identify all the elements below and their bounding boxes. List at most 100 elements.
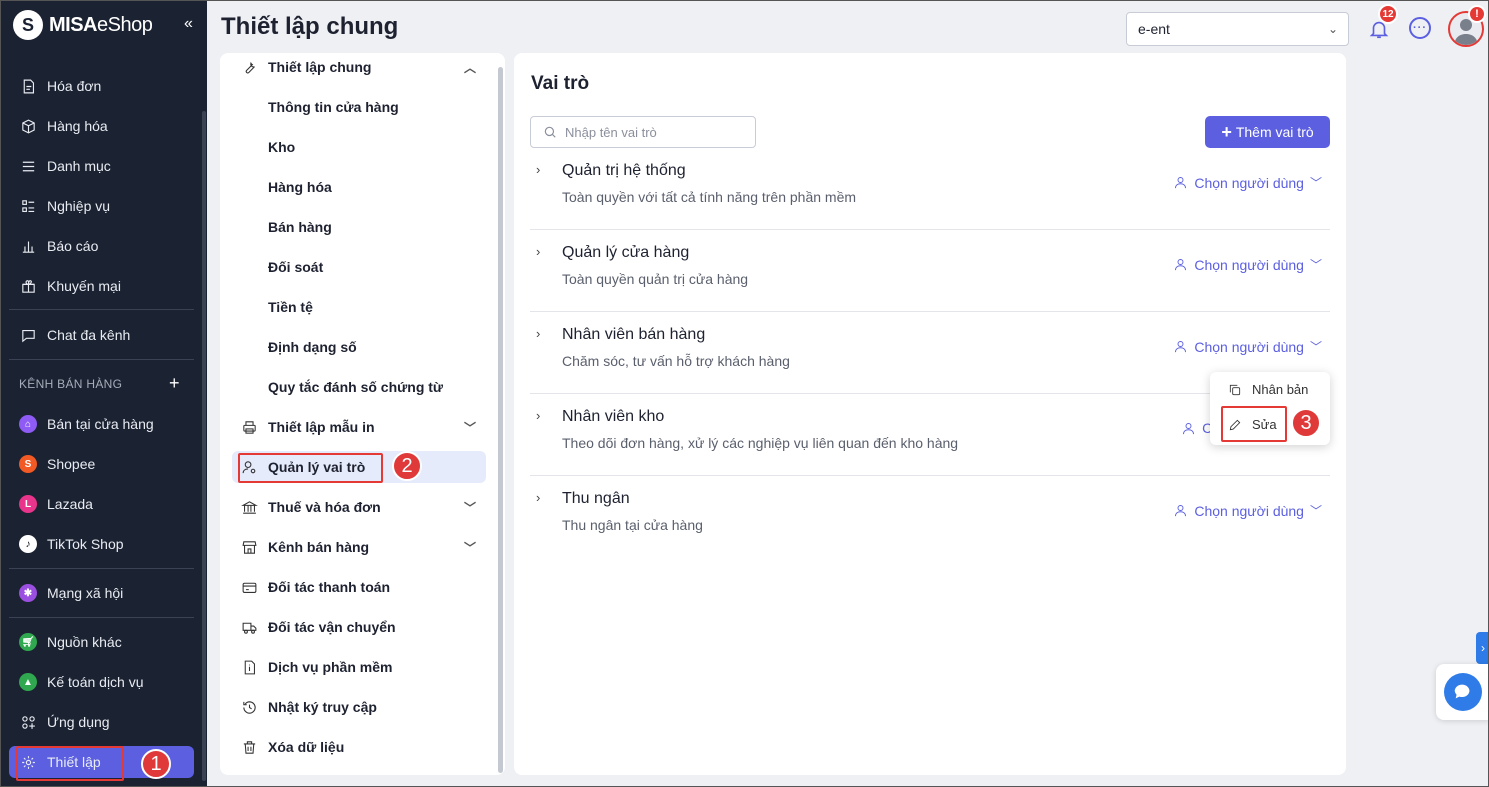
sidebar-item-label: Khuyến mại (47, 278, 121, 294)
collapse-sidebar-icon[interactable]: « (184, 15, 193, 33)
logo-eshop: eShop (97, 13, 153, 36)
sidebar-item-social[interactable]: ✱ Mạng xã hội (9, 577, 194, 609)
chart-icon (19, 237, 37, 255)
chevron-right-icon[interactable]: › (536, 244, 540, 259)
invoice-icon (19, 77, 37, 95)
sidebar-item-other-sources[interactable]: 🛒︎ Nguồn khác (9, 626, 194, 658)
chevron-right-icon[interactable]: › (536, 326, 540, 341)
history-icon (240, 698, 258, 716)
role-description: Thu ngân tại cửa hàng (562, 517, 703, 533)
printer-icon (240, 418, 258, 436)
sidebar-item-catalog[interactable]: Danh mục (9, 150, 194, 182)
role-name: Thu ngân (562, 490, 630, 507)
logo[interactable]: S MISAeShop (13, 9, 153, 41)
apps-icon (19, 713, 37, 731)
page-title: Thiết lập chung (221, 13, 399, 40)
plus-icon: + (1221, 122, 1232, 142)
sidebar-item-label: Ứng dụng (47, 714, 110, 730)
sidebar-item-label: Lazada (47, 496, 93, 512)
sidebar-item-reports[interactable]: Báo cáo (9, 230, 194, 262)
settings-access-log[interactable]: Nhật ký truy cập (232, 691, 486, 723)
sidebar-divider (9, 617, 194, 618)
settings-software-services[interactable]: Dịch vụ phần mềm (232, 651, 486, 683)
duplicate-label: Nhân bản (1252, 382, 1309, 397)
sidebar-divider (9, 568, 194, 569)
app-window: S MISAeShop « Hóa đơn Hàng hóa Danh mục … (0, 0, 1489, 787)
store-select-value: e-ent (1138, 21, 1170, 37)
settings-print-label: Thiết lập mẫu in (268, 419, 375, 435)
support-chat-button[interactable] (1436, 664, 1488, 720)
user-icon (1175, 177, 1187, 189)
social-network-icon: ✱ (19, 584, 37, 602)
sidebar-item-tiktok-shop[interactable]: ♪ TikTok Shop (9, 528, 194, 560)
select-user-dropdown[interactable]: Chọn người dùng ﹀ (1173, 502, 1322, 519)
sidebar-item-accounting-service[interactable]: ▲ Kế toán dịch vụ (9, 666, 194, 698)
role-row[interactable]: › Quản trị hệ thống Toàn quyền với tất c… (530, 148, 1330, 230)
avatar-alert-badge: ! (1468, 5, 1486, 23)
settings-general-label: Thiết lập chung (268, 59, 372, 75)
chevron-right-icon[interactable]: › (536, 490, 540, 505)
expand-panel-tab[interactable]: › (1476, 632, 1488, 664)
chat-icon (19, 326, 37, 344)
sidebar-item-lazada[interactable]: L Lazada (9, 488, 194, 520)
settings-tax-label: Thuế và hóa đơn (268, 499, 381, 515)
select-user-dropdown[interactable]: Chọn người dùng ﹀ (1173, 256, 1322, 273)
step-badge-3: 3 (1291, 408, 1321, 438)
sidebar-item-invoices[interactable]: Hóa đơn (9, 70, 194, 102)
chevron-down-icon: ﹀ (1309, 176, 1322, 190)
settings-payment-partners[interactable]: Đối tác thanh toán (232, 571, 486, 603)
document-info-icon (240, 658, 258, 676)
role-row[interactable]: › Quản lý cửa hàng Toàn quyền quản trị c… (530, 230, 1330, 312)
roles-title: Vai trò (531, 73, 590, 94)
chevron-right-icon[interactable]: › (536, 408, 540, 423)
settings-currency[interactable]: Tiền tệ (268, 299, 313, 315)
select-user-dropdown[interactable]: Chọn người dùng ﹀ (1173, 338, 1322, 355)
select-user-label: Chọn người dùng (1194, 502, 1304, 519)
sidebar-item-promotions[interactable]: Khuyến mại (9, 270, 194, 302)
chevron-right-icon[interactable]: › (536, 162, 540, 177)
gift-icon (19, 277, 37, 295)
settings-general[interactable]: Thiết lập chung ︿ (232, 51, 486, 83)
settings-warehouse[interactable]: Kho (268, 139, 295, 155)
role-search-input[interactable]: Nhập tên vai trò (530, 116, 756, 148)
settings-reconciliation[interactable]: Đối soát (268, 259, 323, 275)
select-user-dropdown[interactable]: Chọn người dùng ﹀ (1173, 174, 1322, 191)
credit-card-icon (240, 578, 258, 596)
settings-tax-invoice[interactable]: Thuế và hóa đơn ﹀ (232, 491, 486, 523)
settings-shipping-partners[interactable]: Đối tác vận chuyển (232, 611, 486, 643)
sidebar-item-shopee[interactable]: S Shopee (9, 448, 194, 480)
settings-sales-channels[interactable]: Kênh bán hàng ﹀ (232, 531, 486, 563)
settings-number-format[interactable]: Định dạng số (268, 339, 357, 355)
settings-menu-scrollbar[interactable] (498, 67, 503, 773)
settings-doc-numbering[interactable]: Quy tắc đánh số chứng từ (268, 379, 443, 395)
settings-print-templates[interactable]: Thiết lập mẫu in ﹀ (232, 411, 486, 443)
list-icon (19, 157, 37, 175)
chevron-down-icon: ⌄ (1327, 22, 1338, 36)
settings-delete-data[interactable]: Xóa dữ liệu (232, 731, 486, 763)
settings-channels-label: Kênh bán hàng (268, 539, 370, 555)
more-options-icon[interactable]: ··· (1409, 17, 1431, 39)
add-role-button[interactable]: + Thêm vai trò (1205, 116, 1330, 148)
role-row[interactable]: › Thu ngân Thu ngân tại cửa hàng Chọn ng… (530, 476, 1330, 558)
sidebar-item-operations[interactable]: Nghiệp vụ (9, 190, 194, 222)
sidebar-item-label: Mạng xã hội (47, 585, 124, 601)
sidebar-item-omnichannel-chat[interactable]: Chat đa kênh (9, 319, 194, 351)
add-channel-icon[interactable]: + (169, 373, 180, 394)
notification-badge: 12 (1378, 4, 1398, 24)
sidebar-item-apps[interactable]: Ứng dụng (9, 706, 194, 738)
user-icon (1183, 422, 1195, 434)
sidebar-scrollbar[interactable] (202, 111, 206, 781)
sidebar-item-products[interactable]: Hàng hóa (9, 110, 194, 142)
duplicate-menu-item[interactable]: Nhân bản (1228, 382, 1308, 397)
settings-sales[interactable]: Bán hàng (268, 219, 332, 235)
sidebar-item-label: Kế toán dịch vụ (47, 674, 144, 690)
settings-payment-label: Đối tác thanh toán (268, 579, 391, 595)
store-select[interactable]: e-ent ⌄ (1126, 12, 1349, 46)
sidebar-item-label: Hóa đơn (47, 78, 102, 94)
sidebar-divider (9, 359, 194, 360)
settings-store-info[interactable]: Thông tin cửa hàng (268, 99, 399, 115)
sidebar-item-in-store[interactable]: ⌂ Bán tại cửa hàng (9, 408, 194, 440)
sidebar-item-label: Nghiệp vụ (47, 198, 111, 214)
sidebar-item-label: Bán tại cửa hàng (47, 416, 154, 432)
settings-products[interactable]: Hàng hóa (268, 179, 332, 195)
